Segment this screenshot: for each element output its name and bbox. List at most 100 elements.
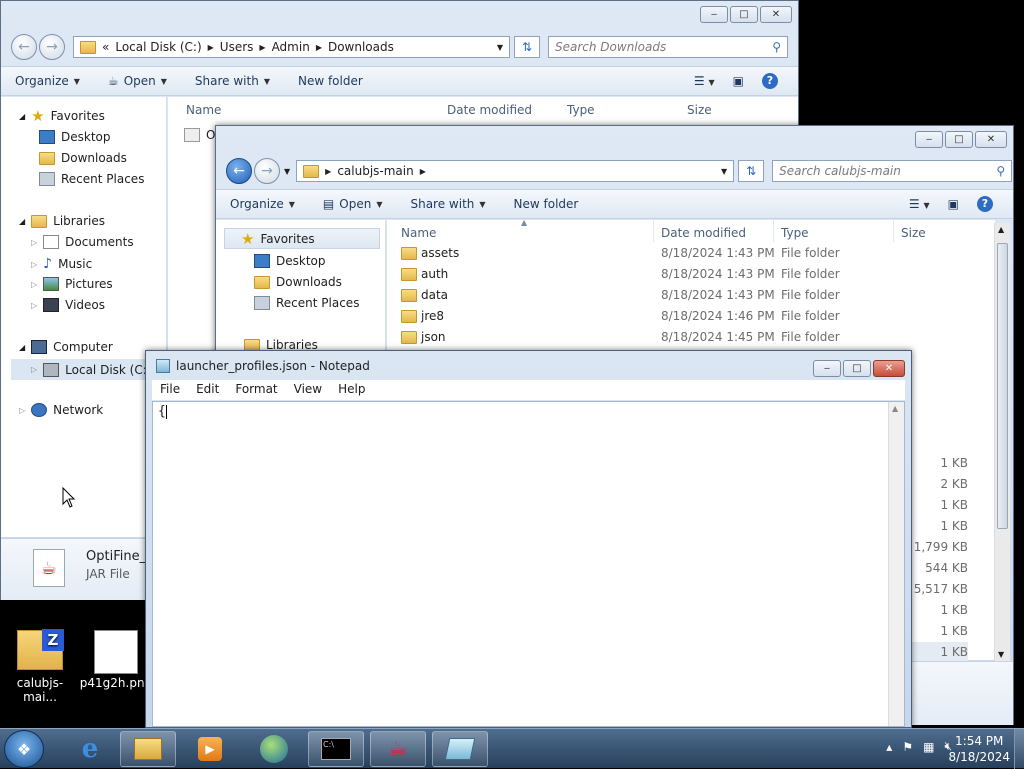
- flag-icon[interactable]: ⚑: [902, 740, 913, 754]
- clock[interactable]: 1:54 PM 8/18/2024: [948, 733, 1010, 765]
- calubjs-minimize-button[interactable]: ‒: [915, 131, 943, 148]
- column-header-name[interactable]: Name: [401, 226, 436, 240]
- notepad-vertical-scrollbar[interactable]: ▲: [888, 402, 904, 726]
- taskbar-internet-explorer[interactable]: e: [62, 731, 118, 767]
- menu-file[interactable]: File: [152, 380, 188, 400]
- menu-edit[interactable]: Edit: [188, 380, 227, 400]
- nav-favorites[interactable]: ◢ ★ Favorites: [19, 109, 105, 124]
- column-header-size[interactable]: Size: [901, 226, 926, 240]
- network-tray-icon[interactable]: ▦: [923, 740, 934, 754]
- taskbar-notepad[interactable]: [432, 731, 488, 767]
- show-desktop-button[interactable]: [1014, 729, 1024, 769]
- nav-desktop[interactable]: Desktop: [39, 130, 111, 144]
- column-header-type[interactable]: Type: [567, 103, 595, 117]
- desktop-icon-calubjs[interactable]: Z calubjs-mai...: [2, 629, 78, 704]
- notepad-close-button[interactable]: ✕: [873, 360, 905, 377]
- calubjs-forward-button[interactable]: →: [254, 158, 280, 184]
- breadcrumb-admin[interactable]: Admin: [272, 40, 310, 54]
- nav-videos[interactable]: ▷ Videos: [31, 298, 105, 312]
- column-header-type[interactable]: Type: [781, 226, 809, 240]
- breadcrumb-calubjs-main[interactable]: calubjs-main: [337, 164, 413, 178]
- scroll-up-icon[interactable]: ▲: [998, 225, 1004, 234]
- help-icon[interactable]: ?: [762, 73, 778, 89]
- nav-favorites[interactable]: ★ Favorites: [224, 228, 380, 249]
- nav-computer[interactable]: ◢ Computer: [19, 340, 113, 354]
- nav-network[interactable]: ▷ Network: [19, 403, 103, 417]
- new-folder-button[interactable]: New folder: [284, 74, 377, 88]
- menu-view[interactable]: View: [286, 380, 330, 400]
- taskbar-globe-app[interactable]: [246, 731, 302, 767]
- breadcrumb-local-disk[interactable]: Local Disk (C:): [115, 40, 201, 54]
- organize-button[interactable]: Organize ▼: [216, 197, 309, 211]
- nav-libraries[interactable]: ◢ Libraries: [19, 214, 105, 228]
- calubjs-back-button[interactable]: ←: [226, 158, 252, 184]
- downloads-minimize-button[interactable]: ‒: [700, 6, 728, 23]
- calubjs-close-button[interactable]: ✕: [975, 131, 1007, 148]
- column-header-date[interactable]: Date modified: [661, 226, 746, 240]
- downloads-search-input[interactable]: Search Downloads ⚲: [548, 36, 788, 58]
- table-row[interactable]: auth 8/18/2024 1:43 PM File folder: [387, 264, 995, 285]
- nav-recent-places[interactable]: Recent Places: [254, 296, 359, 310]
- breadcrumb-downloads[interactable]: Downloads: [328, 40, 394, 54]
- open-label: Open: [339, 197, 372, 211]
- column-header-date[interactable]: Date modified: [447, 103, 532, 117]
- open-button[interactable]: ▤ Open ▼: [309, 197, 397, 211]
- java-file-icon: ☕: [33, 549, 65, 587]
- table-row[interactable]: data 8/18/2024 1:43 PM File folder: [387, 285, 995, 306]
- nav-recent-places[interactable]: Recent Places: [39, 172, 144, 186]
- desktop-icon-png[interactable]: p41g2h.png: [78, 630, 154, 690]
- view-options-icon[interactable]: ☰ ▼: [694, 74, 715, 88]
- taskbar-command-prompt[interactable]: C:\: [308, 731, 364, 767]
- breadcrumb-users[interactable]: Users: [220, 40, 254, 54]
- notepad-minimize-button[interactable]: ‒: [813, 360, 841, 377]
- chevron-down-icon[interactable]: ▼: [721, 167, 727, 176]
- show-hidden-icons-icon[interactable]: ▴: [886, 740, 892, 754]
- share-with-button[interactable]: Share with ▼: [396, 197, 499, 211]
- scroll-up-icon[interactable]: ▲: [892, 404, 898, 413]
- refresh-button[interactable]: ⇅: [738, 160, 765, 182]
- column-header-name[interactable]: Name: [186, 103, 221, 117]
- new-folder-button[interactable]: New folder: [500, 197, 593, 211]
- calubjs-address-bar[interactable]: ▶ calubjs-main ▶ ▼: [296, 160, 735, 182]
- downloads-forward-button[interactable]: →: [39, 34, 65, 60]
- preview-pane-icon[interactable]: ▣: [733, 74, 744, 88]
- list-item[interactable]: O: [184, 128, 215, 142]
- organize-button[interactable]: Organize ▼: [1, 74, 94, 88]
- table-row[interactable]: assets 8/18/2024 1:43 PM File folder: [387, 243, 995, 264]
- nav-music[interactable]: ▷ ♪ Music: [31, 256, 92, 272]
- nav-downloads[interactable]: Downloads: [254, 275, 342, 289]
- calubjs-maximize-button[interactable]: □: [945, 131, 973, 148]
- taskbar-java[interactable]: ☕: [370, 731, 426, 767]
- notepad-maximize-button[interactable]: □: [843, 360, 871, 377]
- nav-documents[interactable]: ▷ Documents: [31, 235, 134, 249]
- recent-pages-icon[interactable]: ▼: [284, 167, 290, 176]
- nav-downloads[interactable]: Downloads: [39, 151, 127, 165]
- scroll-down-icon[interactable]: ▼: [998, 650, 1004, 659]
- table-row[interactable]: jre8 8/18/2024 1:46 PM File folder: [387, 306, 995, 327]
- share-with-button[interactable]: Share with ▼: [181, 74, 284, 88]
- start-button[interactable]: ❖: [4, 730, 44, 768]
- notepad-editor[interactable]: { ▲: [152, 401, 905, 727]
- chevron-down-icon[interactable]: ▼: [497, 43, 503, 52]
- view-options-icon[interactable]: ☰ ▼: [909, 197, 930, 211]
- help-icon[interactable]: ?: [977, 196, 993, 212]
- nav-desktop[interactable]: Desktop: [254, 254, 326, 268]
- taskbar-explorer[interactable]: [120, 731, 176, 767]
- open-button[interactable]: ☕ Open ▼: [94, 74, 181, 88]
- menu-help[interactable]: Help: [330, 380, 373, 400]
- column-header-size[interactable]: Size: [687, 103, 712, 117]
- scrollbar-thumb[interactable]: [997, 243, 1008, 529]
- downloads-maximize-button[interactable]: □: [730, 6, 758, 23]
- downloads-close-button[interactable]: ✕: [760, 6, 792, 23]
- table-row[interactable]: json 8/18/2024 1:45 PM File folder: [387, 327, 995, 348]
- preview-pane-icon[interactable]: ▣: [948, 197, 959, 211]
- calubjs-vertical-scrollbar[interactable]: ▲ ▼: [994, 223, 1010, 661]
- nav-pictures[interactable]: ▷ Pictures: [31, 277, 113, 291]
- taskbar-media-player[interactable]: ▶: [182, 731, 238, 767]
- nav-local-disk[interactable]: ▷ Local Disk (C:): [11, 359, 161, 380]
- menu-format[interactable]: Format: [227, 380, 285, 400]
- downloads-address-bar[interactable]: « Local Disk (C:) ▶ Users ▶ Admin ▶ Down…: [73, 36, 510, 58]
- refresh-button[interactable]: ⇅: [514, 36, 540, 58]
- downloads-back-button[interactable]: ←: [11, 34, 37, 60]
- calubjs-search-input[interactable]: Search calubjs-main ⚲: [772, 160, 1013, 182]
